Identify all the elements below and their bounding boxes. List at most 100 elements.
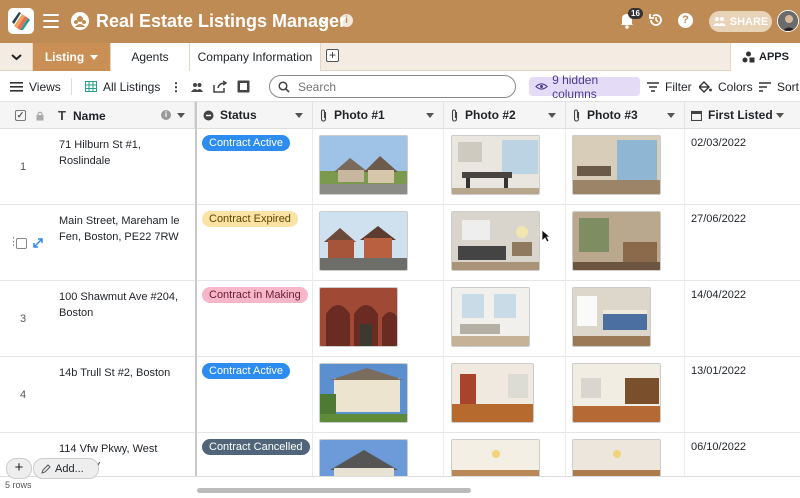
- column-header-photo1[interactable]: Photo #1: [313, 102, 444, 129]
- status-badge[interactable]: Contract in Making: [202, 287, 308, 303]
- caret-down-icon[interactable]: [776, 113, 784, 118]
- first-listed-date: 14/04/2022: [691, 289, 747, 301]
- view-selector[interactable]: All Listings: [85, 71, 160, 102]
- column-photo3-label: Photo #3: [587, 108, 638, 122]
- column-header-name[interactable]: ✓ T Name i: [0, 102, 195, 129]
- listing-photo[interactable]: [572, 135, 661, 195]
- column-header-first-listed[interactable]: First Listed: [685, 102, 800, 129]
- column-header-photo3[interactable]: Photo #3: [566, 102, 685, 129]
- search-box[interactable]: [269, 75, 516, 98]
- filter-button[interactable]: Filter: [647, 71, 692, 102]
- lock-icon: [36, 111, 44, 121]
- list-icon: [10, 81, 23, 92]
- apps-icon: [742, 51, 755, 63]
- sort-button[interactable]: Sort: [759, 71, 799, 102]
- rows-count: 5 rows: [5, 480, 32, 490]
- listing-photo[interactable]: [319, 211, 408, 271]
- row-checkbox[interactable]: [16, 238, 27, 249]
- pencil-icon: [41, 463, 51, 474]
- listing-photo[interactable]: [451, 211, 540, 271]
- colors-button[interactable]: Colors: [699, 71, 753, 102]
- colors-label: Colors: [718, 79, 753, 94]
- caret-down-icon: [90, 54, 99, 60]
- menu-icon[interactable]: [43, 14, 59, 28]
- apps-button[interactable]: APPS: [730, 43, 800, 71]
- workspace-icon[interactable]: [71, 12, 89, 30]
- attachment-icon: [320, 108, 327, 122]
- listing-photo[interactable]: [319, 135, 408, 195]
- app-header: Real Estate Listings Manager i 16 ? SHAR…: [0, 0, 800, 43]
- sort-icon: [759, 81, 771, 92]
- listing-photo[interactable]: [572, 211, 661, 271]
- table-row[interactable]: ⋮ Main Street, Mareham le Fen, Boston, P…: [0, 205, 800, 281]
- frozen-column-divider[interactable]: [195, 102, 197, 498]
- views-button[interactable]: Views: [10, 71, 61, 102]
- listing-photo[interactable]: [572, 363, 661, 423]
- add-row-button[interactable]: +: [6, 458, 32, 479]
- listing-photo[interactable]: [572, 287, 651, 347]
- eye-icon: [535, 83, 548, 90]
- table-row[interactable]: 4 14b Trull St #2, Boston Contract Activ…: [0, 357, 800, 433]
- table-row[interactable]: 3 100 Shawmut Ave #204, Boston Contract …: [0, 281, 800, 357]
- caret-down-icon[interactable]: [426, 113, 434, 118]
- horizontal-scrollbar[interactable]: [197, 488, 471, 493]
- caret-down-icon[interactable]: [295, 113, 303, 118]
- tab-listing-label: Listing: [44, 50, 85, 64]
- table-row[interactable]: 1 71 Hilburn St #1, Roslindale Contract …: [0, 129, 800, 205]
- add-tab-button[interactable]: +: [326, 49, 339, 62]
- tab-listing[interactable]: Listing: [33, 43, 111, 71]
- listing-photo[interactable]: [319, 287, 398, 347]
- expand-row-icon[interactable]: [33, 238, 43, 248]
- share-view-icon[interactable]: [213, 71, 227, 102]
- status-badge[interactable]: Contract Expired: [202, 211, 298, 227]
- listing-name[interactable]: 100 Shawmut Ave #204, Boston: [59, 289, 189, 321]
- caret-down-icon[interactable]: [177, 113, 185, 118]
- listing-photo[interactable]: [319, 363, 408, 423]
- view-name: All Listings: [103, 79, 161, 94]
- tab-company-information[interactable]: Company Information: [190, 43, 321, 71]
- listing-photo[interactable]: [451, 135, 540, 195]
- filter-icon: [647, 81, 659, 92]
- share-button[interactable]: SHARE: [709, 11, 772, 32]
- help-icon[interactable]: ?: [678, 13, 693, 28]
- caret-down-icon[interactable]: [667, 113, 675, 118]
- column-header-status[interactable]: Status: [197, 102, 313, 129]
- tables-menu-button[interactable]: [0, 43, 33, 71]
- first-listed-date: 06/10/2022: [691, 441, 747, 453]
- status-badge[interactable]: Contract Active: [202, 363, 290, 379]
- listing-photo[interactable]: [451, 363, 534, 423]
- column-header-photo2[interactable]: Photo #2: [444, 102, 566, 129]
- listing-name[interactable]: Main Street, Mareham le Fen, Boston, PE2…: [59, 213, 189, 245]
- more-options-icon[interactable]: ⋮: [170, 71, 182, 102]
- user-avatar[interactable]: [777, 10, 799, 32]
- caret-down-icon[interactable]: [548, 113, 556, 118]
- listing-photo[interactable]: [451, 287, 530, 347]
- status-badge[interactable]: Contract Active: [202, 135, 290, 151]
- mouse-cursor-icon: [541, 229, 551, 243]
- tab-agents[interactable]: Agents: [111, 43, 190, 71]
- column-first-listed-label: First Listed: [708, 108, 773, 122]
- grid-footer: [0, 476, 800, 498]
- app-logo-icon[interactable]: [8, 8, 34, 34]
- status-badge[interactable]: Contract Cancelled: [202, 439, 310, 455]
- listing-name[interactable]: 14b Trull St #2, Boston: [59, 365, 189, 381]
- history-icon[interactable]: [648, 12, 664, 28]
- fullscreen-icon[interactable]: [237, 71, 250, 102]
- hidden-columns-button[interactable]: 9 hidden columns: [529, 73, 640, 101]
- chevron-down-icon[interactable]: [318, 16, 330, 26]
- calendar-icon: [691, 110, 702, 121]
- first-listed-date: 27/06/2022: [691, 213, 747, 225]
- row-number: 4: [19, 389, 27, 401]
- chevron-down-icon: [10, 54, 22, 61]
- info-icon[interactable]: i: [340, 14, 353, 27]
- add-more-button[interactable]: Add...: [33, 458, 99, 479]
- share-label: SHARE: [729, 15, 769, 28]
- view-toolbar: Views All Listings ⋮ Filter Colors: [0, 71, 800, 102]
- info-icon[interactable]: i: [161, 110, 171, 120]
- search-input[interactable]: [298, 79, 498, 94]
- page-title[interactable]: Real Estate Listings Manager: [96, 11, 346, 32]
- select-all-checkbox[interactable]: ✓: [15, 110, 26, 121]
- apps-label: APPS: [759, 51, 789, 63]
- people-icon[interactable]: [191, 71, 203, 102]
- column-photo2-label: Photo #2: [465, 108, 516, 122]
